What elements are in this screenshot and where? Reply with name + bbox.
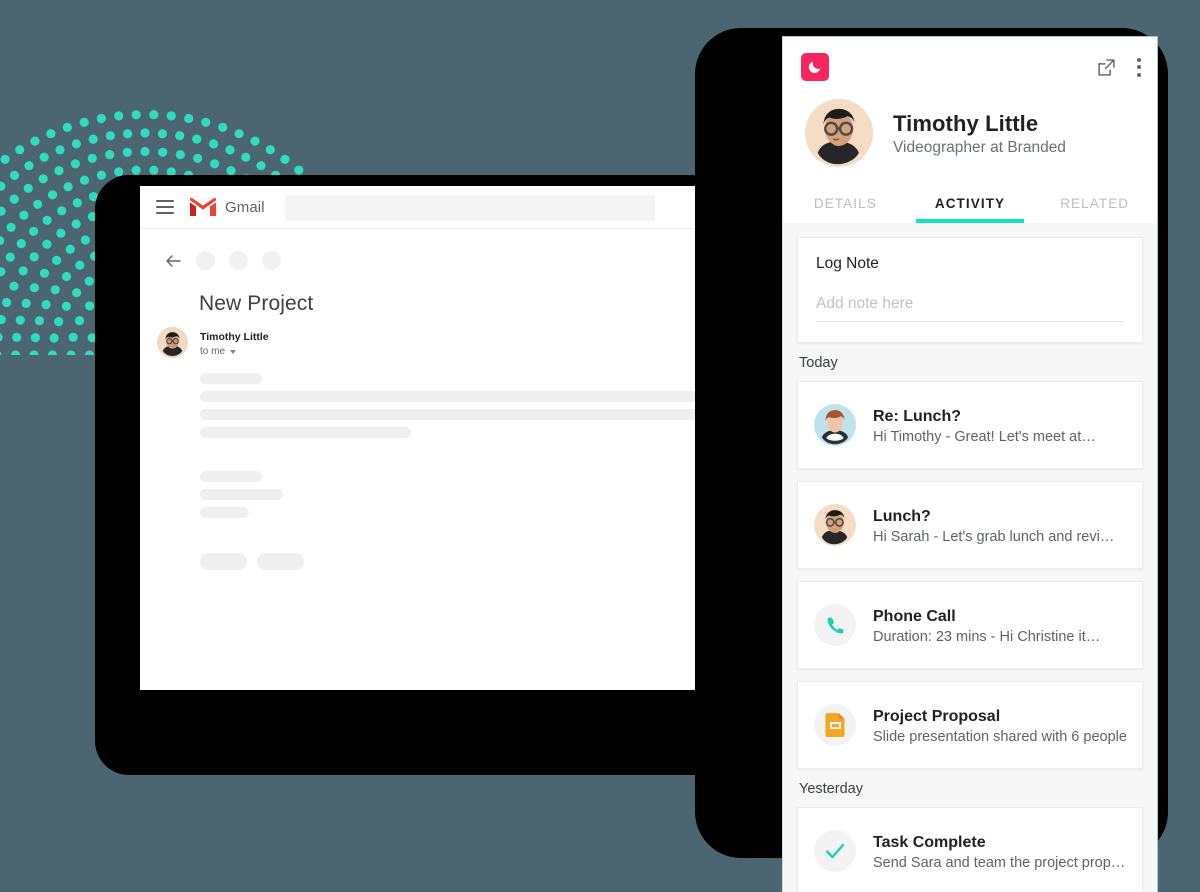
body-line [200, 489, 283, 500]
crm-tabs: DETAILS ACTIVITY RELATED [783, 187, 1157, 223]
activity-subtitle: Send Sara and team the project prop… [873, 854, 1126, 871]
sender-avatar [157, 327, 188, 358]
log-note-card: Log Note [797, 237, 1143, 343]
toolbar-circle-2[interactable] [229, 251, 248, 270]
crm-header: Timothy Little Videographer at Branded D… [783, 37, 1157, 223]
body-line [200, 373, 262, 384]
hamburger-icon[interactable] [156, 200, 176, 214]
email-sender-row: Timothy Little to me [157, 327, 785, 359]
slides-icon [814, 704, 856, 746]
gmail-logo[interactable]: Gmail [189, 197, 265, 217]
tab-activity[interactable]: ACTIVITY [908, 187, 1033, 223]
activity-item[interactable]: Lunch? Hi Sarah - Let's grab lunch and re… [797, 481, 1143, 569]
activity-groups: Today Re: Lunch? Hi Timothy - Great! Let's… [797, 355, 1143, 892]
body-action-chip[interactable] [200, 553, 247, 570]
activity-title: Phone Call [873, 607, 956, 625]
activity-day-label: Today [799, 355, 838, 371]
gmail-header: Gmail [140, 186, 785, 229]
avatar-timothy [814, 504, 856, 546]
crm-panel: Timothy Little Videographer at Branded D… [782, 36, 1158, 892]
activity-item[interactable]: Task Complete Send Sara and team the proj… [797, 807, 1143, 892]
activity-title: Project Proposal [873, 707, 1001, 725]
body-line [200, 507, 249, 518]
email-sender-name: Timothy Little [200, 331, 269, 343]
crm-header-actions [1097, 56, 1141, 79]
activity-item[interactable]: Project Proposal Slide presentation share… [797, 681, 1143, 769]
activity-item[interactable]: Re: Lunch? Hi Timothy - Great! Let's meet… [797, 381, 1143, 469]
open-in-new-icon[interactable] [1097, 58, 1116, 77]
gmail-window: Gmail New Project Timothy Little to me [140, 186, 785, 690]
crescent-moon-logo[interactable] [801, 53, 829, 81]
search-input[interactable] [285, 195, 655, 221]
activity-subtitle: Hi Sarah - Let's grab lunch and revi… [873, 528, 1115, 545]
activity-title: Re: Lunch? [873, 407, 961, 425]
log-note-input[interactable] [816, 295, 1124, 322]
gmail-message-toolbar [140, 229, 785, 270]
toolbar-circle-1[interactable] [196, 251, 215, 270]
body-line [200, 391, 709, 402]
tab-related[interactable]: RELATED [1032, 187, 1157, 223]
body-line [200, 427, 411, 438]
gmail-brand-label: Gmail [225, 198, 265, 216]
toolbar-circle-3[interactable] [262, 251, 281, 270]
gmail-m-icon [189, 197, 216, 217]
activity-scroll-area: Log Note Today Re: Lunch? Hi Timothy - Gre… [783, 223, 1157, 892]
contact-summary: Timothy Little Videographer at Branded [783, 81, 1157, 167]
activity-subtitle: Duration: 23 mins - Hi Christine it… [873, 628, 1101, 645]
phone-icon [814, 604, 856, 646]
email-recipient-label: to me [200, 346, 226, 357]
activity-subtitle: Slide presentation shared with 6 people [873, 728, 1126, 745]
contact-role: Videographer at Branded [893, 138, 1066, 156]
email-recipient[interactable]: to me [200, 345, 269, 359]
body-line [200, 471, 262, 482]
timothy-avatar [805, 99, 873, 167]
body-action-chip[interactable] [257, 553, 304, 570]
crm-topbar [783, 37, 1157, 81]
avatar-sarah [814, 404, 856, 446]
back-arrow-icon[interactable] [164, 252, 182, 270]
activity-item[interactable]: Phone Call Duration: 23 mins - Hi Christi… [797, 581, 1143, 669]
log-note-title: Log Note [816, 255, 879, 272]
body-line [200, 409, 719, 420]
activity-subtitle: Hi Timothy - Great! Let's meet at… [873, 428, 1096, 445]
kebab-menu-icon[interactable] [1135, 56, 1141, 79]
tab-details[interactable]: DETAILS [783, 187, 908, 223]
contact-name: Timothy Little [893, 110, 1039, 136]
activity-day-label: Yesterday [799, 781, 863, 797]
check-icon [814, 830, 856, 872]
chevron-down-icon[interactable] [230, 350, 237, 354]
activity-title: Lunch? [873, 507, 931, 525]
activity-title: Task Complete [873, 833, 986, 851]
